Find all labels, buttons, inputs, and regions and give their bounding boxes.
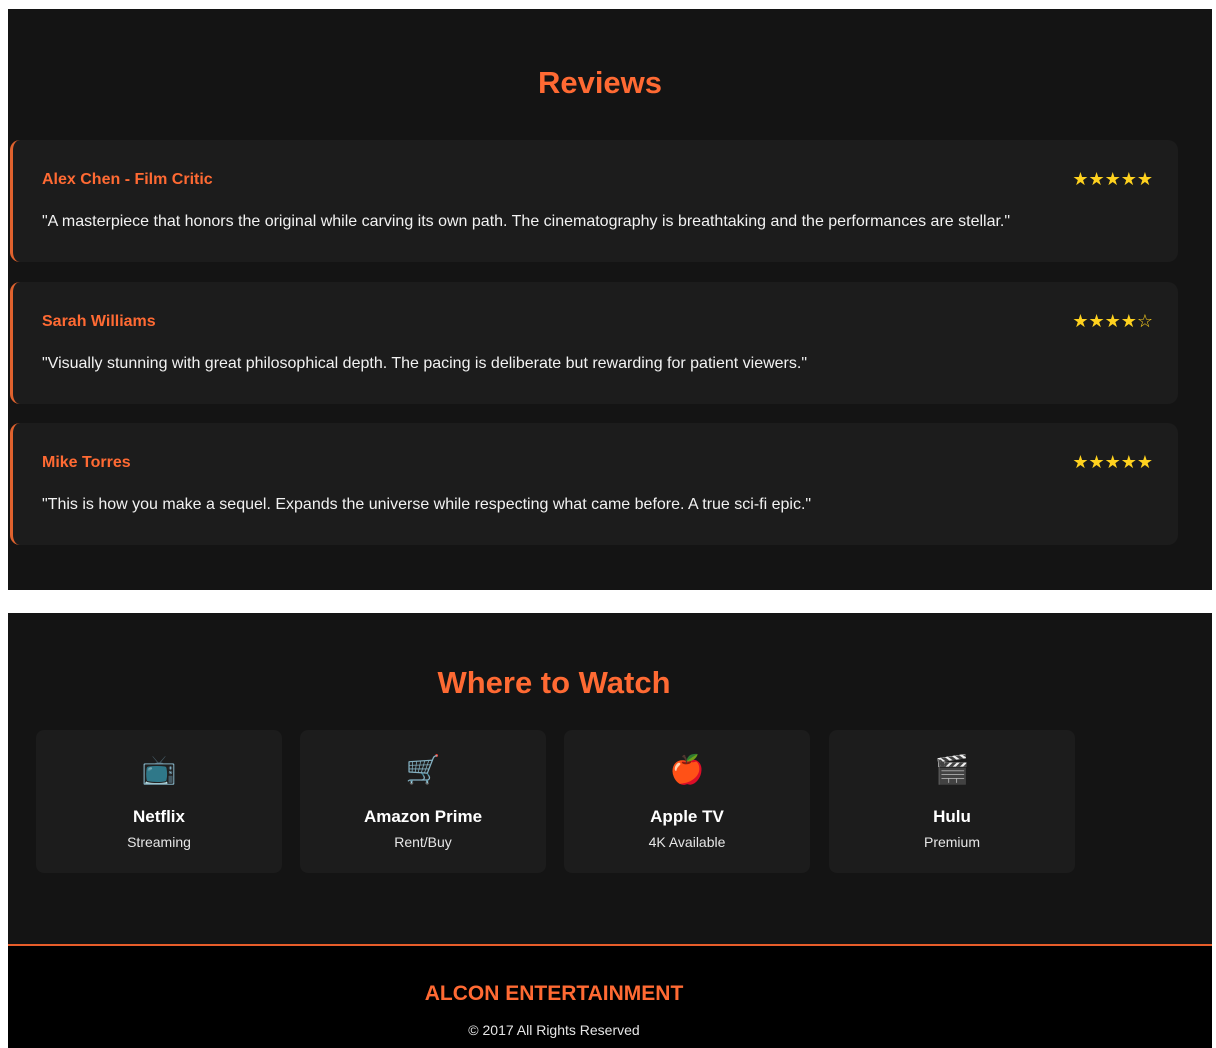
footer-copyright: © 2017 All Rights Reserved bbox=[468, 1022, 640, 1038]
reviews-section: Reviews Alex Chen - Film Critic ★★★★★ "A… bbox=[8, 9, 1212, 590]
platform-card-amazon-prime[interactable]: 🛒 Amazon Prime Rent/Buy bbox=[300, 730, 546, 873]
platform-type: 4K Available bbox=[648, 834, 726, 850]
where-to-watch-section: Where to Watch 📺 Netflix Streaming 🛒 Ama… bbox=[8, 613, 1212, 945]
platform-name: Amazon Prime bbox=[363, 807, 483, 826]
footer-brand: ALCON ENTERTAINMENT bbox=[424, 982, 684, 1005]
review-text: "Visually stunning with great philosophi… bbox=[42, 355, 807, 372]
review-author: Mike Torres bbox=[42, 454, 131, 471]
review-text: "A masterpiece that honors the original … bbox=[42, 213, 1011, 230]
platform-name: Hulu bbox=[933, 807, 971, 826]
star-rating: ★★★★★ bbox=[1072, 452, 1153, 472]
platform-card-netflix[interactable]: 📺 Netflix Streaming bbox=[36, 730, 282, 873]
platform-card-apple-tv[interactable]: 🍎 Apple TV 4K Available bbox=[564, 730, 810, 873]
review-author: Alex Chen - Film Critic bbox=[42, 171, 213, 188]
review-card: Mike Torres ★★★★★ "This is how you make … bbox=[10, 423, 1178, 545]
reviews-title: Reviews bbox=[537, 65, 663, 100]
review-author: Sarah Williams bbox=[42, 313, 156, 330]
footer: ALCON ENTERTAINMENT © 2017 All Rights Re… bbox=[8, 944, 1212, 1048]
review-text: "This is how you make a sequel. Expands … bbox=[42, 496, 812, 513]
platform-type: Streaming bbox=[127, 834, 191, 850]
shopping-cart-icon: 🛒 bbox=[405, 754, 441, 785]
platform-card-hulu[interactable]: 🎬 Hulu Premium bbox=[829, 730, 1075, 873]
platform-name: Apple TV bbox=[650, 807, 724, 826]
review-card: Sarah Williams ★★★★☆ "Visually stunning … bbox=[10, 282, 1178, 404]
star-rating: ★★★★☆ bbox=[1072, 311, 1153, 331]
star-rating: ★★★★★ bbox=[1072, 169, 1153, 189]
platform-type: Rent/Buy bbox=[394, 834, 452, 850]
apple-icon: 🍎 bbox=[669, 754, 705, 785]
clapperboard-icon: 🎬 bbox=[934, 754, 970, 785]
review-card: Alex Chen - Film Critic ★★★★★ "A masterp… bbox=[10, 140, 1178, 262]
television-icon: 📺 bbox=[141, 754, 177, 785]
platform-name: Netflix bbox=[133, 807, 185, 826]
where-to-watch-title: Where to Watch bbox=[437, 665, 671, 700]
platform-type: Premium bbox=[923, 834, 980, 850]
